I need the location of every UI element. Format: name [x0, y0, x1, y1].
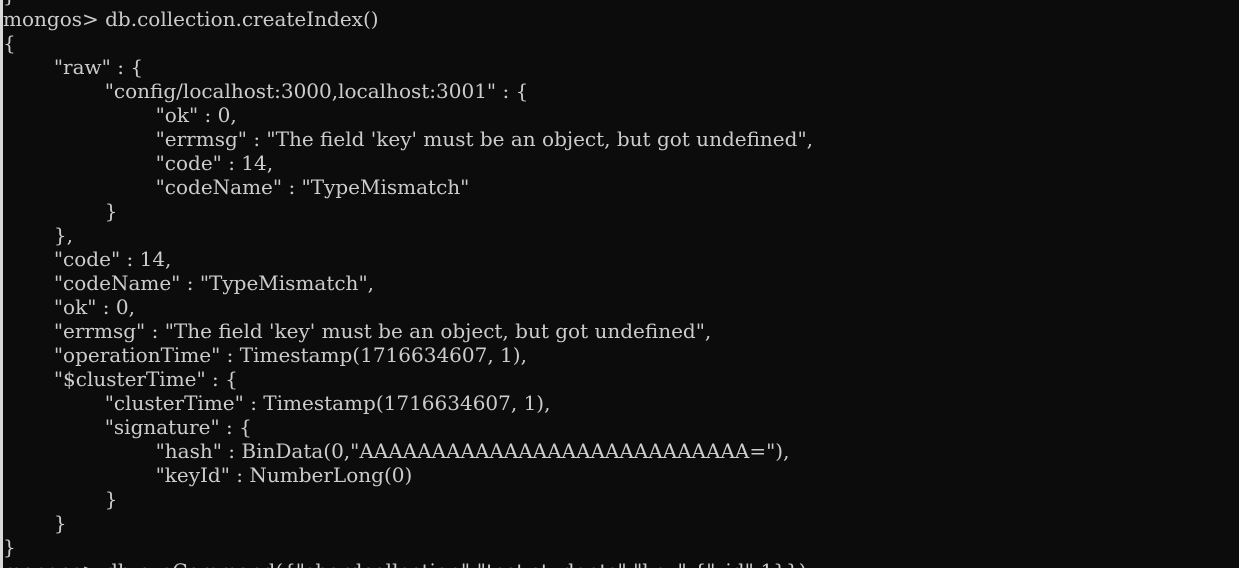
terminal-line: "errmsg" : "The field 'key' must be an o…: [3, 319, 712, 343]
terminal-line: "code" : 14,: [3, 151, 274, 175]
terminal-line: }: [3, 535, 16, 559]
terminal-line: "clusterTime" : Timestamp(1716634607, 1)…: [3, 391, 551, 415]
terminal-prompt-line: mongos> db.collection.createIndex(): [3, 7, 379, 31]
terminal-line: "errmsg" : "The field 'key' must be an o…: [3, 127, 813, 151]
terminal-line: },: [3, 223, 73, 247]
terminal-line: }: [0, 0, 1239, 7]
terminal-line: }: [3, 487, 118, 511]
terminal-line: "$clusterTime" : {: [3, 367, 238, 391]
terminal-prompt-line: mongos> db.runCommand({"shardcollection"…: [0, 559, 1239, 568]
terminal-line: "codeName" : "TypeMismatch",: [3, 271, 374, 295]
terminal-line: "config/localhost:3000,localhost:3001" :…: [3, 79, 529, 103]
terminal-window[interactable]: } mongos> db.collection.createIndex() { …: [0, 0, 1239, 568]
terminal-line: "hash" : BinData(0,"AAAAAAAAAAAAAAAAAAAA…: [3, 439, 790, 463]
terminal-line: "ok" : 0,: [3, 103, 237, 127]
terminal-line: "keyId" : NumberLong(0): [3, 463, 413, 487]
terminal-line: }: [3, 199, 118, 223]
terminal-line: "signature" : {: [3, 415, 252, 439]
terminal-line: "codeName" : "TypeMismatch": [3, 175, 470, 199]
terminal-line: "code" : 14,: [3, 247, 172, 271]
terminal-output[interactable]: } mongos> db.collection.createIndex() { …: [0, 0, 1239, 568]
terminal-line: "ok" : 0,: [3, 295, 135, 319]
selection-edge-bar: [0, 0, 3, 568]
terminal-line: "operationTime" : Timestamp(1716634607, …: [3, 343, 527, 367]
terminal-line: }: [3, 511, 67, 535]
terminal-line: "raw" : {: [3, 55, 144, 79]
terminal-line: {: [3, 31, 16, 55]
